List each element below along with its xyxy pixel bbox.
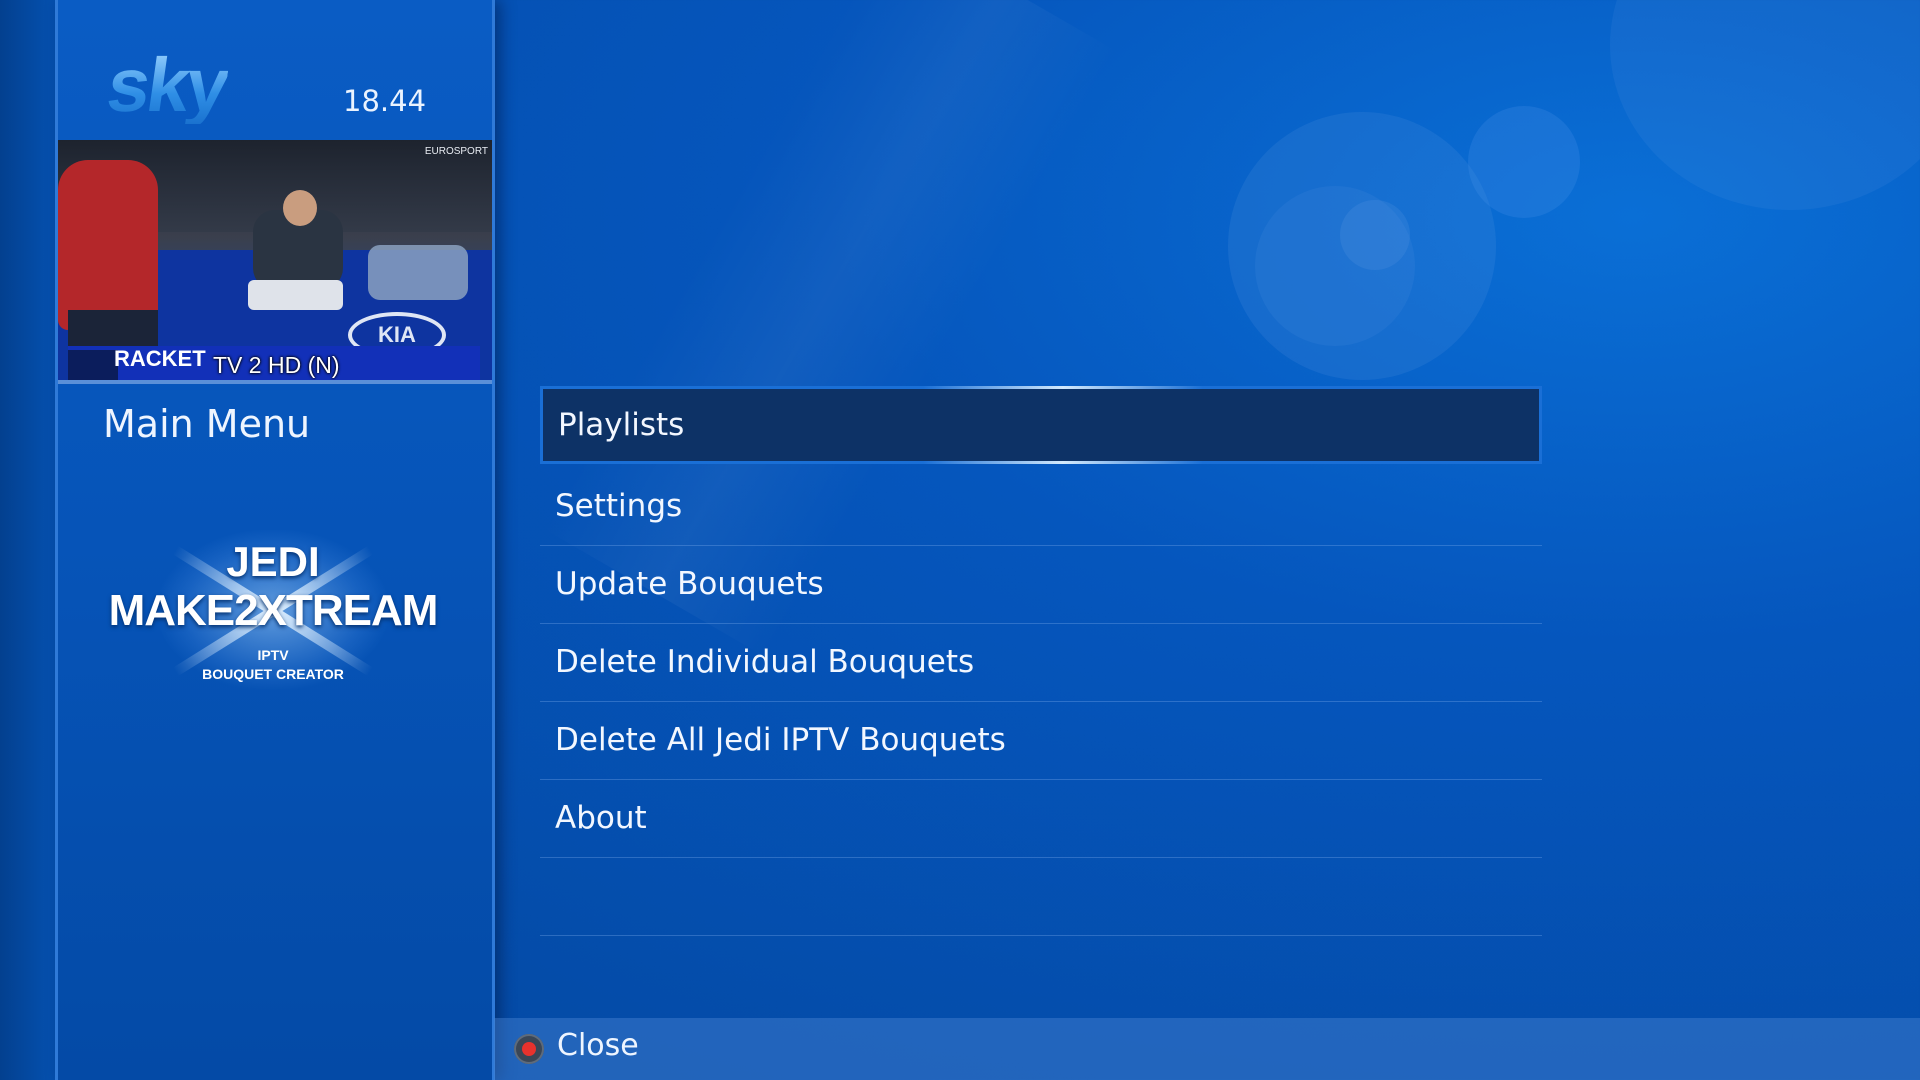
preview-broadcaster-logo: EUROSPORT [424, 146, 488, 157]
left-edge [0, 0, 55, 1080]
jedi-plugin-logo: JEDI MAKE2XTREAM IPTV BOUQUET CREATOR [88, 520, 458, 700]
preview-player-head [283, 190, 317, 226]
preview-person-red [58, 160, 158, 330]
preview-ticker-scoreboard [68, 350, 118, 384]
main-menu-list: Playlists Settings Update Bouquets Delet… [540, 386, 1542, 936]
menu-item-playlists[interactable]: Playlists [540, 386, 1542, 464]
menu-item-about[interactable]: About [540, 780, 1542, 858]
live-tv-preview: KIA EUROSPORT RACKET TV 2 HD (N) [58, 140, 492, 384]
background-bubble [1340, 200, 1410, 270]
menu-item-settings[interactable]: Settings [540, 468, 1542, 546]
menu-item-empty [540, 858, 1542, 936]
channel-name: TV 2 HD (N) [213, 352, 340, 378]
menu-item-update-bouquets[interactable]: Update Bouquets [540, 546, 1542, 624]
preview-towel [368, 245, 468, 300]
red-button-icon[interactable] [514, 1034, 544, 1064]
menu-item-delete-all-bouquets[interactable]: Delete All Jedi IPTV Bouquets [540, 702, 1542, 780]
logo-line-1: JEDI [226, 538, 320, 585]
background-bubble [1610, 0, 1920, 210]
clock: 18.44 [343, 84, 427, 118]
preview-bottom-bar [58, 380, 492, 384]
background-bubble [1468, 106, 1580, 218]
preview-ticker-text: RACKET [114, 346, 206, 371]
logo-line-4: BOUQUET CREATOR [202, 666, 344, 682]
footer-bar: Close [494, 1018, 1920, 1080]
menu-item-delete-individual-bouquets[interactable]: Delete Individual Bouquets [540, 624, 1542, 702]
logo-line-2: MAKE2XTREAM [108, 586, 439, 635]
page-title: Main Menu [103, 402, 311, 446]
side-panel: sky 18.44 KIA EUROSPORT RACKET TV 2 HD (… [55, 0, 495, 1080]
preview-player-shorts [248, 280, 343, 310]
sky-logo: sky [102, 43, 232, 128]
close-button-label[interactable]: Close [557, 1028, 639, 1063]
logo-line-3: IPTV [257, 647, 289, 663]
